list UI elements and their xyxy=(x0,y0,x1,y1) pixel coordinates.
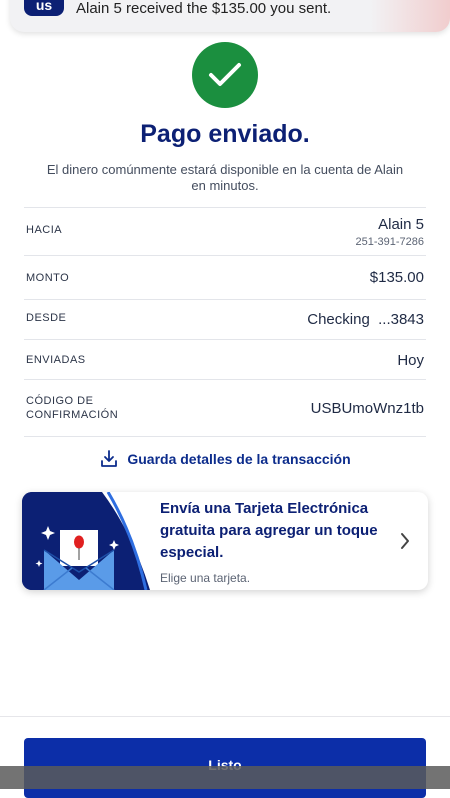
detail-label: DESDE xyxy=(26,312,67,324)
save-details-label: Guarda detalles de la transacción xyxy=(127,451,351,467)
detail-row-from: DESDE Checking ...3843 xyxy=(24,299,426,340)
notification-blur xyxy=(370,0,450,32)
save-details-link[interactable]: Guarda detalles de la transacción xyxy=(0,449,450,469)
detail-value: Checking ...3843 xyxy=(307,311,424,328)
bank-app-icon: us xyxy=(24,0,64,16)
page-subtitle: El dinero comúnmente estará disponible e… xyxy=(46,162,404,193)
download-icon xyxy=(101,450,118,467)
detail-label: ENVIADAS xyxy=(26,354,86,366)
detail-row-sent: ENVIADAS Hoy xyxy=(24,339,426,380)
chevron-right-icon xyxy=(401,533,409,549)
success-check-icon xyxy=(192,42,258,108)
detail-value: Alain 5 xyxy=(378,216,424,233)
detail-label: CÓDIGO DE CONFIRMACIÓN xyxy=(26,395,119,421)
detail-row-confirmation: CÓDIGO DE CONFIRMACIÓN USBUmoWnz1tb xyxy=(24,379,426,437)
detail-value: $135.00 xyxy=(369,269,424,286)
ecard-title: Envía una Tarjeta Electrónica gratuita p… xyxy=(160,500,378,561)
envelope-balloon-icon xyxy=(22,492,150,590)
recipient-phone: 251-391-7286 xyxy=(355,236,424,248)
notification-message: Alain 5 received the $135.00 you sent. xyxy=(76,0,332,17)
bottom-overlay xyxy=(0,766,450,789)
detail-row-amount: MONTO $135.00 xyxy=(24,255,426,300)
page-title: Pago enviado. xyxy=(140,120,310,148)
notification-banner[interactable]: us Alain 5 received the $135.00 you sent… xyxy=(10,0,450,32)
detail-label: HACIA xyxy=(26,224,63,236)
ecard-subtitle: Elige una tarjeta. xyxy=(160,571,251,585)
detail-value: USBUmoWnz1tb xyxy=(310,400,424,417)
detail-label: MONTO xyxy=(26,272,70,284)
detail-row-to: HACIA Alain 5 251-391-7286 xyxy=(24,207,426,256)
detail-value: Hoy xyxy=(397,352,424,369)
ecard-promo-card[interactable]: Envía una Tarjeta Electrónica gratuita p… xyxy=(22,492,428,590)
footer-divider xyxy=(0,716,450,717)
